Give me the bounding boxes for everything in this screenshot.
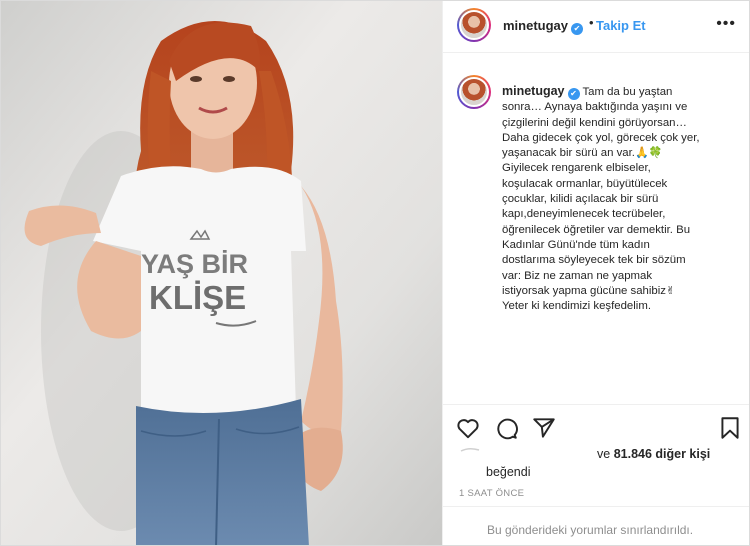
post-timestamp[interactable]: 1 SAAT ÖNCE xyxy=(459,488,524,499)
action-bar xyxy=(443,404,749,448)
bookmark-icon[interactable] xyxy=(717,415,743,441)
liker-avatar[interactable] xyxy=(459,447,489,465)
victory-hand-emoji-icon: ✌ xyxy=(665,284,676,297)
post-photo[interactable]: YAŞ BİR KLİŞE xyxy=(1,1,442,545)
caption-line: Daha gidecek çok yol, görecek çok yer, xyxy=(502,131,700,144)
caption-line: Tam da bu yaştan xyxy=(582,86,673,98)
caption-line: kapı,deneyimlenecek tecrübeler, xyxy=(502,208,666,221)
likes-and-text: ve xyxy=(597,447,611,461)
caption-line: dostlarıma söyleyecek tek bir sözüm xyxy=(502,254,686,267)
shirt-print-line2: KLİŞE xyxy=(149,279,246,316)
caption-line: çocuklar, kilidi açılacak bir sürü xyxy=(502,193,659,206)
author-username-text[interactable]: minetugay xyxy=(503,18,568,33)
caption-avatar[interactable] xyxy=(457,75,491,109)
post-caption: minetugay ✔ Tam da bu yaştan sonra… Aynay… xyxy=(502,84,742,314)
comment-icon[interactable] xyxy=(493,415,519,441)
post-sidebar: minetugay ✔ • Takip Et ••• minetugay ✔ Tam… xyxy=(442,1,749,545)
follow-button[interactable]: Takip Et xyxy=(596,18,646,33)
caption-line: sonra… Aynaya baktığında yaşını ve xyxy=(502,101,688,114)
caption-username[interactable]: minetugay xyxy=(502,84,565,98)
caption-line: Giyilecek rengarenk elbiseler, xyxy=(502,162,651,175)
instagram-post: YAŞ BİR KLİŞE minetugay ✔ • Takip Et •••… xyxy=(0,0,750,546)
post-header: minetugay ✔ • Takip Et ••• xyxy=(443,1,749,53)
caption-verified-icon: ✔ xyxy=(567,88,580,100)
caption-line: çizgilerini değil kendini görüyorsan… xyxy=(502,116,687,129)
more-options-icon[interactable]: ••• xyxy=(716,15,736,33)
comments-restricted-notice: Bu gönderideki yorumlar sınırlandırıldı. xyxy=(487,523,694,537)
header-separator: • xyxy=(589,15,594,30)
likes-liked-text: beğendi xyxy=(486,465,531,479)
caption-line: Kadınlar Günü'nde tüm kadın xyxy=(502,238,650,251)
shirt-print-line1: YAŞ BİR xyxy=(141,249,248,279)
caption-line: Yeter ki kendimizi keşfedelim. xyxy=(502,300,651,313)
heart-icon[interactable] xyxy=(455,415,481,441)
clover-emoji-icon: 🍀 xyxy=(648,147,663,160)
likes-summary: ve 81.846 diğer kişi beğendi xyxy=(459,447,749,483)
pray-emoji-icon: 🙏 xyxy=(634,147,649,160)
comments-restricted-bar: Bu gönderideki yorumlar sınırlandırıldı. xyxy=(443,506,749,545)
caption-line: koşulacak ormanlar, büyütülecek xyxy=(502,177,668,190)
caption-line: istiyorsak yapma gücüne sahibiz xyxy=(502,284,666,297)
caption-line: yaşanacak bir sürü an var. xyxy=(502,147,635,160)
caption-line: öğrenilecek öğretiler var demektir. Bu xyxy=(502,223,691,236)
author-username[interactable]: minetugay ✔ xyxy=(503,18,584,35)
caption-line: var: Biz ne zaman ne yapmak xyxy=(502,269,653,282)
likes-others-link[interactable]: 81.846 diğer kişi xyxy=(614,447,711,461)
author-avatar[interactable] xyxy=(457,8,491,42)
photo-illustration: YAŞ BİR KLİŞE xyxy=(1,1,442,545)
send-icon[interactable] xyxy=(531,415,557,441)
verified-badge-icon: ✔ xyxy=(571,23,584,35)
